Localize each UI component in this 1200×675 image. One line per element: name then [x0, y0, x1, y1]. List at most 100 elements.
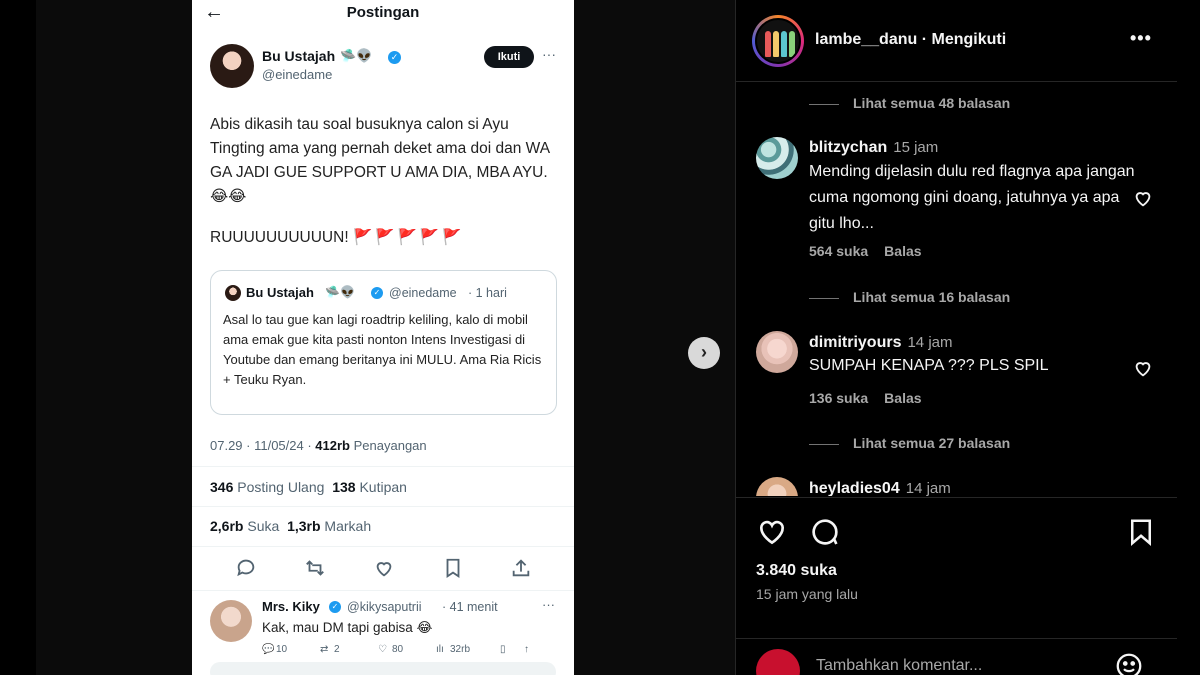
reply-author-avatar: [210, 600, 252, 642]
verified-badge-icon: ✓: [329, 601, 341, 613]
author-username-link[interactable]: lambe__danu: [815, 31, 917, 48]
tweet-body-text: Abis dikasih tau soal busuknya calon si …: [210, 116, 550, 205]
tweet-more-icon: ···: [542, 46, 556, 62]
profile-avatar[interactable]: [755, 18, 801, 64]
tweet-action-bar: [192, 557, 574, 581]
likes-count: 2,6rb: [210, 518, 244, 534]
divider: [192, 506, 574, 507]
tweet-views-label: Penayangan: [353, 438, 427, 453]
tweet-like-stats: 2,6rb Suka 1,3rb Markah: [210, 518, 371, 534]
bookmark-icon: ▯: [500, 644, 506, 655]
avatar-figure: [765, 31, 771, 57]
tweet-author-name: Bu Ustajah: [262, 48, 336, 64]
reply-views-count: 32rb: [450, 644, 471, 655]
tweet-header: ← Postingan: [192, 0, 574, 26]
tweet-body-shout: RUUUUUUUUUUN! 🚩🚩🚩🚩🚩: [210, 226, 550, 250]
comment-reply-link[interactable]: Balas: [884, 390, 921, 406]
reply-author-handle: @kikysaputrii: [347, 600, 422, 614]
reply-icon: [237, 559, 255, 577]
likes-count[interactable]: 3.840 suka: [756, 562, 837, 580]
reply-like-count: 80: [392, 644, 404, 655]
comment-avatar[interactable]: [756, 477, 798, 496]
repost-icon: [306, 560, 324, 576]
comment-avatar[interactable]: [756, 137, 798, 179]
repost-icon: ⇄: [320, 644, 329, 655]
view-replies-label: Lihat semua 27 balasan: [853, 435, 1011, 451]
comment-header: blitzychan 15 jam: [809, 139, 938, 157]
view-replies-link[interactable]: Lihat semua 16 balasan: [809, 289, 1010, 309]
quotes-count: 138: [332, 479, 356, 495]
add-comment-row: Tambahkan komentar...: [736, 638, 1178, 675]
emoji-icon[interactable]: [1114, 651, 1144, 675]
tweet-reply-box: [210, 662, 556, 675]
quote-author-handle: @einedame: [389, 286, 457, 300]
comment-likes[interactable]: 564 suka: [809, 243, 868, 259]
reposts-count: 346: [210, 479, 234, 495]
reply-more-icon: ···: [542, 597, 555, 612]
views-icon: ılı: [436, 644, 444, 655]
next-slide-button[interactable]: ›: [688, 337, 720, 369]
replies-line: [809, 443, 839, 445]
post-media-area: ← Postingan Bu Ustajah 🛸👽 ✓ @einedame Ik…: [0, 0, 735, 675]
comment-likes[interactable]: 136 suka: [809, 390, 868, 406]
like-icon: [376, 562, 392, 577]
share-icon: [512, 559, 530, 577]
tweet-timestamp: 07.29 · 11/05/24 ·: [210, 438, 312, 453]
comment-reply-link[interactable]: Balas: [884, 243, 921, 259]
left-backdrop: [0, 0, 36, 675]
reply-time: · 41 menit: [442, 600, 498, 614]
reply-icon: 💬: [262, 644, 275, 655]
more-options-icon[interactable]: •••: [1130, 28, 1152, 49]
view-replies-label: Lihat semua 48 balasan: [853, 95, 1011, 111]
post-action-section: 3.840 suka 15 jam yang lalu Tambahkan ko…: [736, 497, 1178, 675]
right-backdrop: [1177, 0, 1200, 675]
add-comment-input[interactable]: Tambahkan komentar...: [816, 657, 982, 675]
divider: [192, 546, 574, 547]
comment-time: 14 jam: [907, 334, 953, 351]
comment-username[interactable]: blitzychan: [809, 139, 887, 156]
comment-time: 15 jam: [893, 139, 939, 156]
comment-bubble-icon[interactable]: [809, 516, 841, 548]
quote-text: Asal lo tau gue kan lagi roadtrip kelili…: [223, 312, 542, 387]
like-icon: ♡: [378, 644, 387, 655]
quotes-label: Kutipan: [359, 479, 407, 495]
comment-meta: 564 suka Balas: [809, 243, 938, 259]
tweet-meta: 07.29 · 11/05/24 · 412rb Penayangan: [210, 438, 427, 453]
quote-author-avatar: [225, 285, 241, 301]
save-bookmark-icon[interactable]: [1126, 516, 1156, 548]
instagram-side-panel: lambe__danu · Mengikuti ••• Lihat semua …: [735, 0, 1178, 675]
post-author: lambe__danu · Mengikuti: [815, 31, 1006, 49]
comment-avatar[interactable]: [756, 331, 798, 373]
comment-username[interactable]: heyladies04: [809, 480, 900, 496]
post-header: lambe__danu · Mengikuti •••: [736, 0, 1178, 82]
tweet-author-emoji: 🛸👽: [340, 48, 373, 63]
comment-header: dimitriyours 14 jam: [809, 334, 953, 352]
like-heart-icon[interactable]: [756, 516, 788, 548]
current-user-avatar: [756, 649, 800, 675]
replies-line: [809, 103, 839, 105]
follow-status[interactable]: · Mengikuti: [922, 31, 1006, 48]
comment-like-heart-icon[interactable]: [1132, 357, 1154, 379]
reply-action-bar: 💬 10 ⇄ 2 ♡ 80 ılı 32rb ▯ ↑: [262, 644, 552, 658]
comment-username[interactable]: dimitriyours: [809, 334, 901, 351]
comment-text: Mending dijelasin dulu red flagnya apa j…: [809, 163, 1135, 232]
story-ring[interactable]: [752, 15, 804, 67]
bookmarks-label: Markah: [324, 518, 372, 534]
share-icon: ↑: [524, 644, 529, 655]
tweet-shout-text: RUUUUUUUUUUN!: [210, 229, 349, 246]
comment-text: SUMPAH KENAPA ??? PLS SPIL: [809, 357, 1049, 374]
divider: [192, 590, 574, 591]
bookmark-icon: [446, 558, 460, 578]
comment-header: heyladies04 14 jam: [809, 480, 951, 496]
tweet-author-handle: @einedame: [262, 67, 333, 82]
tweet-screenshot: ← Postingan Bu Ustajah 🛸👽 ✓ @einedame Ik…: [192, 0, 574, 675]
avatar-figure: [781, 31, 787, 57]
view-replies-link[interactable]: Lihat semua 27 balasan: [809, 435, 1010, 455]
tweet-views-count: 412rb: [315, 438, 350, 453]
comment-like-heart-icon[interactable]: [1132, 187, 1154, 209]
comment-time: 14 jam: [905, 480, 951, 496]
view-replies-label: Lihat semua 16 balasan: [853, 289, 1011, 305]
comments-list: Lihat semua 48 balasan blitzychan 15 jam …: [736, 83, 1178, 496]
quote-author-emoji: 🛸👽: [325, 285, 355, 299]
view-replies-link[interactable]: Lihat semua 48 balasan: [809, 95, 1010, 115]
